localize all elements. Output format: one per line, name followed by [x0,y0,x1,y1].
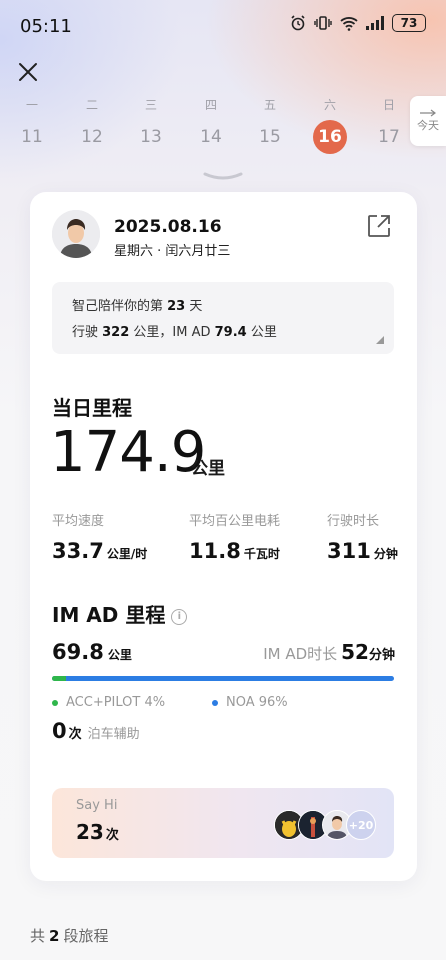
day-item[interactable]: 四 14 [191,96,231,154]
legend-acc-pilot: ACC+PILOT 4% [52,695,165,710]
expand-corner-icon[interactable] [376,336,384,344]
today-label: 今天 [417,119,439,132]
stat-avg-speed: 平均速度 33.7 公里/时 [52,514,148,563]
status-icons: 73 [290,14,426,32]
status-time: 05:11 [20,16,72,37]
daily-mileage-value: 174.9 [50,420,206,485]
say-hi-panel[interactable]: Say Hi 23 次 +20 [52,788,394,858]
arrow-right-icon [420,109,436,117]
alarm-icon [291,15,305,31]
imad-progress-bar [52,676,394,681]
battery-indicator: 73 [392,14,426,32]
imad-duration: IM AD时长 52分钟 [263,640,395,664]
day-item[interactable]: 一 11 [12,96,52,154]
signal-icon [366,16,384,30]
legend-noa: NOA 96% [212,695,288,710]
daily-summary-card: 2025.08.16 星期六 · 闰六月廿三 智己陪伴你的第 23 天 行驶 3… [30,192,417,881]
parking-assist: 0 次泊车辅助 [52,719,140,743]
trip-count[interactable]: 共 2 段旅程 [30,925,108,946]
imad-distance: 69.8 公里 [52,640,132,664]
chevron-down-icon[interactable] [203,172,243,182]
avatar[interactable] [52,210,100,258]
share-icon[interactable] [365,212,393,240]
info-icon[interactable]: i [171,609,188,625]
week-strip: 一 11 二 12 三 13 四 14 五 15 六 16 日 17 [0,96,446,160]
say-hi-avatars: +20 [274,810,378,840]
wifi-icon [340,16,358,31]
say-hi-title: Say Hi [76,798,118,813]
day-item[interactable]: 日 17 [369,96,409,154]
close-icon[interactable] [16,60,40,84]
stat-energy-consumption: 平均百公里电耗 11.8 千瓦时 [189,514,281,563]
companion-days: 智己陪伴你的第 23 天 [72,299,203,314]
date: 2025.08.16 [114,217,222,237]
daily-mileage-unit: 公里 [191,459,225,479]
vibrate-icon [314,16,332,30]
day-item-selected[interactable]: 六 16 [310,96,350,154]
today-button[interactable]: 今天 [410,96,446,146]
acc-pilot-segment [52,676,66,681]
day-item[interactable]: 五 15 [250,96,290,154]
companion-info-box: 智己陪伴你的第 23 天 行驶 322 公里，IM AD 79.4 公里 [52,282,394,354]
lunar-date: 星期六 · 闰六月廿三 [114,244,231,259]
daily-mileage-title: 当日里程 [52,396,132,420]
more-avatars-count: +20 [346,810,376,840]
drive-summary: 行驶 322 公里，IM AD 79.4 公里 [72,325,277,340]
status-bar: 05:11 73 [0,0,446,54]
say-hi-count: 23 次 [76,820,119,844]
stat-drive-duration: 行驶时长 311 分钟 [327,514,398,563]
day-item[interactable]: 二 12 [72,96,112,154]
day-item[interactable]: 三 13 [131,96,171,154]
imad-mileage-title: IM AD 里程 i [52,599,188,628]
